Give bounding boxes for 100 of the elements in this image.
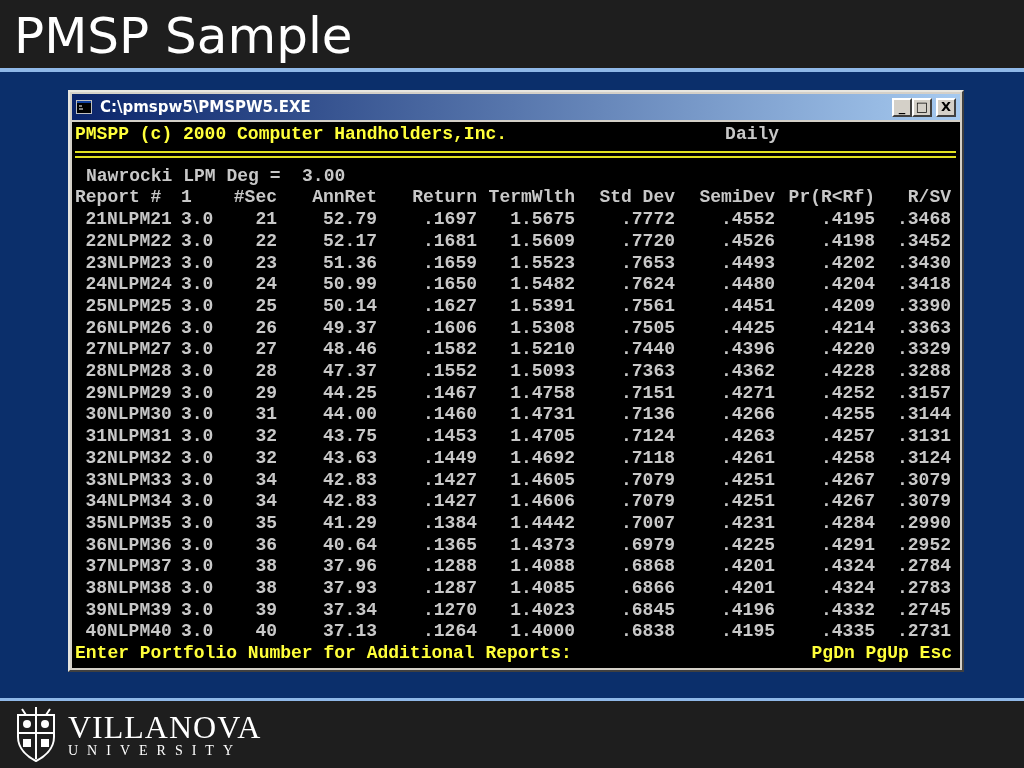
column-header: Return	[411, 187, 477, 210]
table-cell-text: .7124	[620, 426, 675, 448]
table-cell-text: NLPM24	[107, 274, 173, 296]
table-cell-text: NLPM25	[107, 295, 173, 318]
table-cell-text: 42.83	[322, 491, 377, 513]
table-cell-text: 37.13	[322, 621, 377, 644]
table-cell-text: 37.96	[322, 556, 377, 579]
table-cell-text: 49.37	[322, 317, 377, 340]
table-cell-text: 23	[84, 252, 107, 275]
table-cell-text: 3.0	[181, 404, 215, 427]
table-cell-text: .4255	[820, 404, 875, 427]
table-cell-text: 36	[254, 534, 277, 557]
table-cell-text: NLPM28	[107, 361, 173, 383]
table-cell-text: 34	[254, 469, 277, 492]
table-cell-text: .1288	[422, 556, 477, 579]
table-cell-text: 1.4731	[509, 404, 575, 427]
table-cell-text: 1.5093	[509, 361, 575, 383]
table-cell-text: .2784	[896, 556, 951, 579]
table-cell-text: .1384	[422, 512, 477, 535]
table-cell-text: .1365	[422, 534, 477, 557]
table-cell-text: 33	[84, 469, 107, 492]
table-cell-text: .1264	[422, 621, 477, 644]
table-cell-text: .4332	[820, 599, 875, 622]
table-cell-text: NLPM40	[107, 621, 173, 644]
table-cell-text: 1.4023	[509, 599, 575, 622]
table-cell-text: .1287	[422, 578, 477, 600]
table-cell-text: 44.25	[322, 382, 377, 405]
table-cell-text: 44.00	[322, 404, 377, 427]
table-cell-text: .7118	[620, 447, 675, 470]
table-cell-text: 43.63	[322, 447, 377, 470]
table-cell-text: 23	[254, 252, 277, 275]
table-cell-text: 3.0	[181, 252, 215, 275]
table-cell-text: .1627	[422, 295, 477, 318]
table-cell-text: .1427	[422, 469, 477, 492]
table-cell-text: .3131	[896, 426, 951, 448]
table-cell-text: .4257	[820, 426, 875, 448]
table-cell-text: .3363	[896, 317, 951, 340]
table-cell-text: 38	[254, 556, 277, 579]
table-cell-text: .4267	[820, 469, 875, 492]
table-cell-text: 3.0	[181, 469, 215, 492]
table-cell-text: 28	[254, 361, 277, 383]
table-cell-text: 42.83	[322, 469, 377, 492]
table-cell-text: .6838	[620, 621, 675, 644]
table-cell-text: .4291	[820, 534, 875, 557]
table-cell-text: .4271	[720, 382, 775, 405]
table-cell-text: 1.4085	[509, 578, 575, 600]
table-cell-text: 3.0	[181, 382, 215, 405]
table-cell-text: NLPM31	[107, 426, 173, 448]
table-cell-text: 37.93	[322, 578, 377, 600]
close-button[interactable]: X	[936, 97, 956, 117]
table-cell-text: .4252	[820, 382, 875, 405]
table-cell-text: .4202	[820, 252, 875, 275]
table-cell-text: .4195	[720, 621, 775, 644]
table-cell-text: .4284	[820, 512, 875, 535]
table-cell-text: NLPM35	[107, 512, 173, 535]
table-cell-text: .4258	[820, 447, 875, 470]
table-cell-text: .7136	[620, 404, 675, 427]
table-cell-text: .1697	[422, 209, 477, 231]
table-cell-text: .1659	[422, 252, 477, 275]
table-cell-text: 1.5675	[509, 209, 575, 231]
table-cell-text: .3079	[896, 491, 951, 513]
table-cell-text: 47.37	[322, 361, 377, 383]
prompt-text: Enter Portfolio Number for Additional Reports:	[75, 643, 572, 665]
column-header: Pr(R<Rf)	[787, 187, 875, 210]
table-cell-text: .4195	[820, 209, 875, 231]
minimize-button[interactable]: _	[892, 97, 912, 117]
table-cell-text: .7653	[620, 252, 675, 275]
table-cell-text: 1.5391	[509, 295, 575, 318]
table-cell-text: .7363	[620, 361, 675, 383]
table-cell-text: .1650	[422, 274, 477, 296]
column-header: TermWlth	[487, 187, 575, 210]
table-cell-text: 34	[254, 491, 277, 513]
table-cell-text: NLPM30	[107, 404, 173, 427]
table-cell-text: .4324	[820, 578, 875, 600]
table-cell-text: 34	[84, 491, 107, 513]
table-cell-text: NLPM39	[107, 599, 173, 622]
table-cell-text: 31	[84, 426, 107, 448]
table-cell-text: NLPM21	[107, 209, 173, 231]
column-header: R/SV	[906, 187, 951, 210]
table-cell-text: NLPM37	[107, 556, 173, 579]
table-cell-text: 3.0	[181, 274, 215, 296]
table-cell-text: .3452	[896, 230, 951, 253]
table-cell-text: .7007	[620, 512, 675, 535]
table-cell-text: 27	[254, 339, 277, 362]
table-cell-text: .6845	[620, 599, 675, 622]
maximize-button[interactable]: □	[912, 97, 932, 117]
table-cell-text: 28	[84, 361, 107, 383]
table-cell-text: .4526	[720, 230, 775, 253]
table-cell-text: 29	[84, 382, 107, 405]
table-cell-text: 52.17	[322, 230, 377, 253]
table-cell-text: .7624	[620, 274, 675, 296]
table-cell-text: .3124	[896, 447, 951, 470]
table-cell-text: .4261	[720, 447, 775, 470]
table-cell-text: 3.0	[181, 534, 215, 557]
table-cell-text: 24	[84, 274, 107, 296]
table-cell-text: NLPM22	[107, 230, 173, 253]
table-cell-text: 41.29	[322, 512, 377, 535]
table-cell-text: 38	[254, 578, 277, 600]
table-cell-text: 21	[84, 209, 107, 231]
key-hints: PgDn PgUp Esc	[811, 643, 952, 665]
